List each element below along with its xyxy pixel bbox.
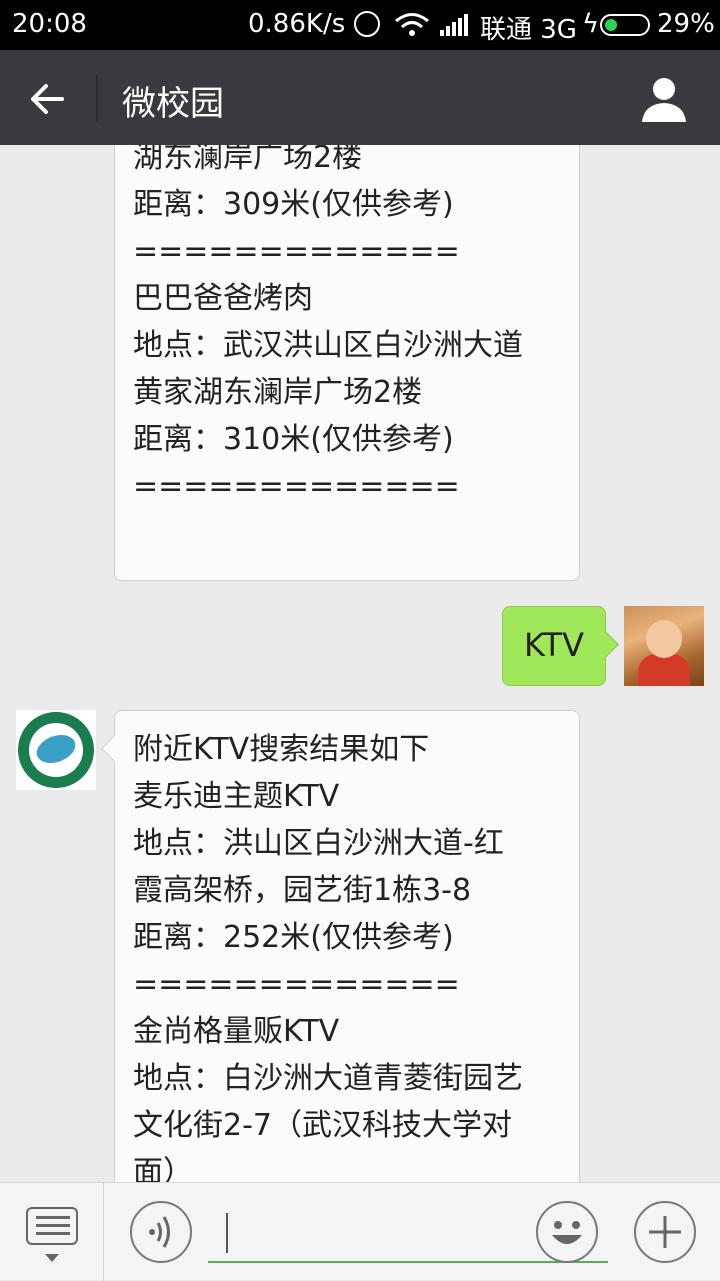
message-line: 距离：310米(仅供参考) bbox=[133, 422, 454, 457]
message-line: ============= bbox=[133, 967, 460, 1002]
profile-icon[interactable] bbox=[640, 76, 688, 122]
message-line: 金尚格量贩KTV bbox=[133, 1014, 340, 1049]
message-line: 黄家湖东澜岸广场2楼 bbox=[133, 375, 423, 410]
text-cursor bbox=[226, 1213, 228, 1253]
message-line: 面） bbox=[133, 1155, 193, 1182]
user-message-bubble[interactable]: KTV bbox=[502, 606, 606, 686]
back-arrow-icon[interactable] bbox=[26, 78, 68, 120]
charging-icon: ϟ bbox=[582, 9, 600, 39]
message-line: 附近KTV搜索结果如下 bbox=[133, 732, 430, 767]
message-line: 巴巴爸爸烤肉 bbox=[133, 281, 313, 316]
list-menu-icon bbox=[26, 1207, 78, 1245]
bot-message-bubble[interactable]: 湖东澜岸广场2楼 距离：309米(仅供参考) ============= 巴巴爸… bbox=[114, 145, 580, 581]
message-line: 霞高架桥，园艺街1栋3-8 bbox=[133, 873, 472, 908]
emoji-button[interactable] bbox=[536, 1201, 598, 1263]
chevron-down-icon bbox=[45, 1254, 59, 1262]
plus-icon bbox=[649, 1216, 681, 1248]
page-title: 微校园 bbox=[122, 84, 224, 124]
message-line: 地点：洪山区白沙洲大道-红 bbox=[133, 826, 504, 861]
user-avatar[interactable] bbox=[624, 606, 704, 686]
battery-icon bbox=[600, 14, 650, 36]
battery-percent: 29% bbox=[657, 9, 715, 39]
network-speed: 0.86K/s bbox=[248, 9, 346, 39]
wifi-icon bbox=[395, 13, 429, 36]
more-options-button[interactable] bbox=[634, 1201, 696, 1263]
carrier-label: 联通 3G bbox=[480, 15, 577, 45]
sound-wave-icon bbox=[149, 1216, 170, 1248]
message-line: 文化街2-7（武汉科技大学对 bbox=[133, 1108, 512, 1143]
menu-toggle-button[interactable] bbox=[0, 1183, 104, 1281]
status-time: 20:08 bbox=[12, 9, 87, 39]
message-line: ============= bbox=[133, 469, 460, 504]
bot-avatar[interactable] bbox=[16, 710, 96, 790]
signal-icon bbox=[440, 14, 468, 36]
header-divider bbox=[96, 75, 98, 121]
status-bar: 20:08 0.86K/s 联通 3G ϟ 29% bbox=[0, 0, 720, 50]
message-line: ============= bbox=[133, 234, 460, 269]
input-toolbar bbox=[0, 1182, 720, 1281]
voice-button[interactable] bbox=[130, 1201, 192, 1263]
message-line: 地点：武汉洪山区白沙洲大道 bbox=[133, 328, 523, 363]
message-line: 距离：309米(仅供参考) bbox=[133, 187, 454, 222]
alarm-icon bbox=[354, 11, 380, 37]
title-bar: 微校园 bbox=[0, 50, 720, 145]
user-message-text: KTV bbox=[524, 626, 584, 664]
message-line: 地点：白沙洲大道青菱街园艺 bbox=[133, 1061, 523, 1096]
bot-message-bubble[interactable]: 附近KTV搜索结果如下 麦乐迪主题KTV 地点：洪山区白沙洲大道-红 霞高架桥，… bbox=[114, 710, 580, 1182]
smiley-icon bbox=[552, 1221, 582, 1244]
message-line: 湖东澜岸广场2楼 bbox=[133, 145, 363, 175]
chat-area[interactable]: 湖东澜岸广场2楼 距离：309米(仅供参考) ============= 巴巴爸… bbox=[0, 145, 720, 1182]
message-line: 距离：252米(仅供参考) bbox=[133, 920, 454, 955]
message-line: 麦乐迪主题KTV bbox=[133, 779, 340, 814]
